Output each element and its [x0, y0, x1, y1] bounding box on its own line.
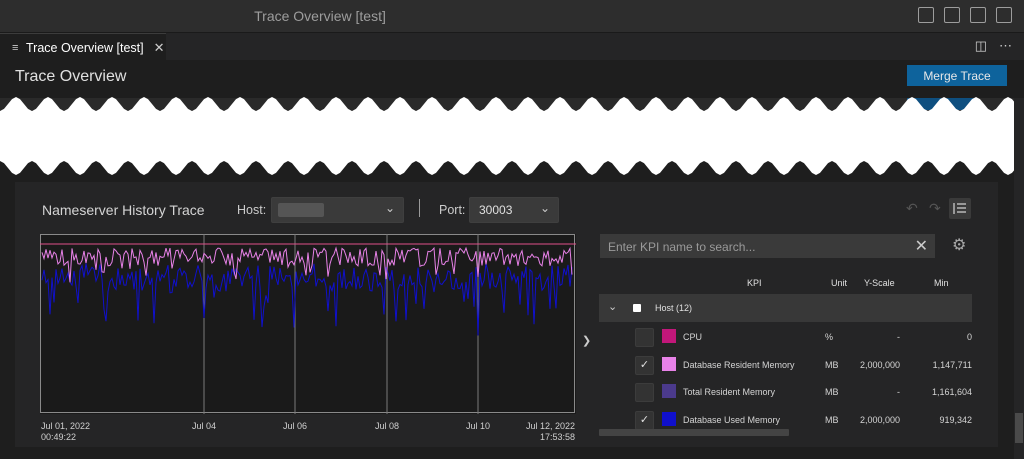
window-title: Trace Overview [test]	[254, 8, 386, 24]
gear-icon[interactable]: ⚙	[952, 235, 966, 255]
tab-actions: ◫ ⋯	[975, 38, 1012, 54]
kpi-min: 1,147,711	[932, 359, 972, 370]
chevron-down-icon: ⌄	[539, 201, 550, 215]
kpi-yscale: -	[897, 387, 900, 397]
col-unit: Unit	[831, 278, 848, 288]
port-label: Port:	[439, 203, 466, 217]
split-icon[interactable]: ◫	[975, 38, 987, 54]
kpi-color-swatch[interactable]	[662, 411, 676, 426]
kpi-name: CPU	[683, 332, 703, 342]
tab-trace-overview[interactable]: ≡ Trace Overview [test] ✕	[0, 33, 166, 61]
hamburger-icon: ≡	[12, 41, 19, 54]
tab-bar: ≡ Trace Overview [test] ✕ ◫ ⋯	[0, 33, 1024, 61]
kpi-color-swatch[interactable]	[662, 356, 676, 371]
scrollbar-thumb[interactable]	[1015, 413, 1023, 443]
toggle-sidebar-icon[interactable]	[918, 7, 934, 23]
chevron-right-icon[interactable]: ❯	[582, 334, 594, 350]
merge-trace-button[interactable]: Merge Trace	[907, 65, 1007, 86]
kpi-min: 919,342	[939, 414, 972, 425]
undo-icon[interactable]: ↶	[906, 200, 918, 217]
x-tick-label: Jul 04	[191, 421, 217, 431]
host-label: Host:	[237, 203, 267, 217]
x-tick-label: Jul 01, 2022 00:49:22	[41, 421, 91, 442]
kpi-checkbox[interactable]	[635, 383, 654, 402]
kpi-group-row[interactable]: ⌄ Host (12)	[599, 294, 972, 322]
group-checkbox[interactable]	[633, 304, 641, 312]
redo-icon[interactable]: ↷	[929, 200, 941, 217]
toggle-panel-icon[interactable]	[944, 7, 960, 23]
x-tick-label: Jul 08	[374, 421, 400, 431]
toolbar-divider	[419, 199, 420, 217]
toggle-secondary-sidebar-icon[interactable]	[970, 7, 986, 23]
chart-plot	[40, 234, 576, 414]
kpi-horizontal-scrollbar[interactable]	[599, 429, 789, 436]
trace-title: Nameserver History Trace	[42, 202, 205, 218]
kpi-name: Database Used Memory	[683, 414, 781, 425]
tab-label: Trace Overview [test]	[26, 40, 144, 55]
kpi-yscale: 2,000,000	[859, 414, 900, 425]
x-tick-label: Jul 06	[282, 421, 308, 431]
clear-search-icon[interactable]: ✕	[915, 236, 928, 256]
torn-edge	[0, 97, 1024, 175]
port-value: 30003	[479, 203, 513, 217]
col-yscale: Y-Scale	[864, 278, 895, 288]
col-min: Min	[934, 278, 949, 288]
group-label: Host (12)	[655, 303, 693, 313]
list-icon	[953, 203, 966, 214]
kpi-row[interactable]: Total Resident Memory MB - 1,161,604	[599, 378, 972, 405]
kpi-yscale: 2,000,000	[859, 359, 900, 370]
vertical-scrollbar[interactable]	[1014, 98, 1024, 459]
host-select[interactable]: ⌄	[271, 197, 404, 223]
customize-layout-icon[interactable]	[996, 7, 1012, 23]
list-view-button[interactable]	[949, 198, 971, 219]
trace-chart[interactable]	[40, 234, 576, 414]
x-tick-label: Jul 12, 2022 17:53:58	[525, 421, 575, 442]
kpi-row[interactable]: CPU% - 0	[599, 323, 972, 350]
kpi-search[interactable]: ✕	[600, 234, 935, 260]
host-value-redacted	[278, 203, 324, 217]
layout-controls	[918, 7, 1012, 23]
kpi-min: 0	[966, 332, 972, 342]
kpi-checkbox[interactable]: ✓	[635, 410, 654, 430]
kpi-checkbox[interactable]: ✓	[635, 355, 654, 375]
chevron-down-icon: ⌄	[384, 201, 395, 215]
kpi-name: Total Resident Memory	[683, 387, 776, 397]
kpi-name: Database Resident Memory	[683, 359, 795, 370]
kpi-search-input[interactable]	[600, 234, 910, 260]
kpi-checkbox[interactable]	[635, 328, 654, 347]
title-bar: Trace Overview [test]	[0, 0, 1024, 33]
more-icon[interactable]: ⋯	[999, 38, 1012, 54]
col-kpi: KPI	[747, 278, 762, 288]
kpi-min: 1,161,604	[931, 387, 972, 397]
kpi-unit: MB	[825, 359, 839, 370]
x-tick-label: Jul 10	[465, 421, 491, 431]
kpi-color-swatch[interactable]	[662, 329, 676, 343]
kpi-yscale: -	[897, 332, 900, 342]
kpi-unit: MB	[825, 387, 839, 397]
chevron-down-icon[interactable]: ⌄	[608, 300, 617, 313]
kpi-unit: %	[825, 332, 834, 342]
close-icon[interactable]: ✕	[154, 40, 165, 56]
kpi-row[interactable]: ✓ Database Resident Memory MB 2,000,000 1,14…	[599, 351, 972, 378]
kpi-color-swatch[interactable]	[662, 384, 676, 398]
kpi-unit: MB	[825, 414, 839, 425]
port-select[interactable]: 30003 ⌄	[469, 197, 559, 223]
page-title: Trace Overview	[15, 68, 127, 85]
